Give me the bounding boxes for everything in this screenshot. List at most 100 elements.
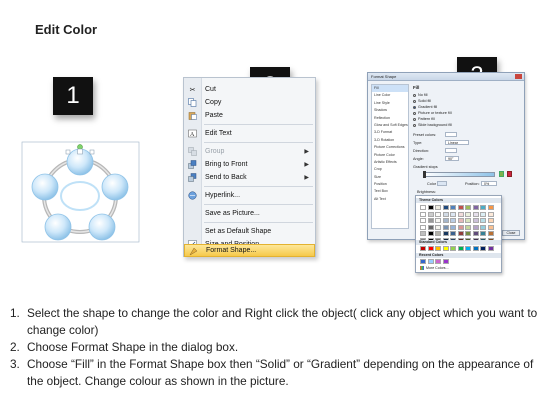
color-swatch[interactable] — [487, 205, 494, 210]
resize-handle-top-right[interactable] — [89, 149, 95, 155]
color-swatch[interactable] — [427, 205, 434, 210]
color-swatch[interactable] — [487, 246, 494, 251]
color-swatch[interactable] — [457, 218, 464, 223]
sidebar-item-size[interactable]: Size — [372, 174, 408, 181]
sidebar-item-fill[interactable]: Fill — [372, 85, 408, 93]
dialog-sidebar[interactable]: Fill Line Color Line Style Shadow Reflec… — [371, 84, 409, 229]
color-swatch[interactable] — [427, 218, 434, 223]
sidebar-item-artistic-effects[interactable]: Artistic Effects — [372, 159, 408, 166]
color-swatch[interactable] — [472, 231, 479, 236]
color-swatch[interactable] — [450, 218, 456, 223]
fill-option-pattern[interactable]: Pattern fill — [413, 117, 435, 121]
sidebar-item-3d-format[interactable]: 3-D Format — [372, 129, 408, 136]
cycle-node-bottom-left[interactable] — [44, 213, 72, 241]
menu-item-group[interactable]: Group ▶ — [184, 145, 315, 158]
sidebar-item-crop[interactable]: Crop — [372, 166, 408, 173]
color-swatch[interactable] — [442, 205, 449, 210]
color-swatch[interactable] — [420, 231, 426, 236]
color-swatch[interactable] — [487, 224, 494, 230]
color-swatch[interactable] — [427, 211, 434, 217]
color-swatch[interactable] — [442, 218, 449, 223]
color-swatch[interactable] — [457, 246, 464, 251]
dialog-titlebar[interactable]: Format Shape — [368, 73, 524, 81]
resize-handle-top-left[interactable] — [65, 149, 71, 155]
color-swatch[interactable] — [420, 246, 426, 251]
sidebar-item-reflection[interactable]: Reflection — [372, 115, 408, 122]
color-swatch[interactable] — [420, 211, 426, 217]
sidebar-item-picture-corrections[interactable]: Picture Corrections — [372, 144, 408, 151]
color-swatch[interactable] — [427, 231, 434, 236]
color-swatch[interactable] — [450, 224, 456, 230]
color-swatch[interactable] — [457, 231, 464, 236]
preset-colors-dropdown[interactable] — [445, 132, 457, 137]
color-swatch[interactable] — [435, 231, 441, 236]
color-swatch[interactable] — [450, 205, 456, 210]
color-swatch[interactable] — [427, 259, 434, 264]
color-swatch[interactable] — [442, 211, 449, 217]
color-swatch[interactable] — [420, 218, 426, 223]
color-swatch[interactable] — [487, 218, 494, 223]
fill-option-slide-bg[interactable]: Slide background fill — [413, 123, 452, 127]
color-swatch[interactable] — [442, 259, 449, 264]
direction-dropdown[interactable] — [445, 148, 457, 153]
color-swatch[interactable] — [420, 205, 426, 210]
color-swatch[interactable] — [457, 224, 464, 230]
fill-option-no-fill[interactable]: No fill — [413, 93, 428, 97]
sidebar-item-alt-text[interactable]: Alt Text — [372, 196, 408, 203]
color-swatch[interactable] — [465, 218, 471, 223]
color-swatch[interactable] — [450, 211, 456, 217]
color-swatch[interactable] — [450, 246, 456, 251]
fill-option-solid[interactable]: Solid fill — [413, 99, 431, 103]
cycle-node-right[interactable] — [101, 173, 129, 201]
color-swatch[interactable] — [472, 246, 479, 251]
color-swatch[interactable] — [435, 224, 441, 230]
color-swatch[interactable] — [487, 231, 494, 236]
color-swatch[interactable] — [480, 205, 486, 210]
color-swatch[interactable] — [442, 224, 449, 230]
standard-swatch-grid[interactable] — [420, 246, 494, 251]
color-swatch[interactable] — [465, 224, 471, 230]
color-swatch[interactable] — [487, 211, 494, 217]
center-shape[interactable] — [60, 181, 100, 211]
menu-item-edit-text[interactable]: A Edit Text — [184, 127, 315, 140]
color-picker-button[interactable] — [437, 181, 447, 186]
position-input[interactable]: 0% — [481, 181, 497, 186]
color-swatch[interactable] — [435, 205, 441, 210]
color-swatch[interactable] — [472, 218, 479, 223]
color-swatch[interactable] — [442, 246, 449, 251]
close-button[interactable]: Close — [502, 230, 520, 236]
color-swatch[interactable] — [465, 246, 471, 251]
more-colors-link[interactable]: More Colors... — [420, 266, 449, 271]
menu-item-save-as-picture[interactable]: Save as Picture... — [184, 207, 315, 220]
sidebar-item-picture-color[interactable]: Picture Color — [372, 152, 408, 159]
color-swatch[interactable] — [465, 205, 471, 210]
sidebar-item-line-color[interactable]: Line Color — [372, 92, 408, 99]
sidebar-item-text-box[interactable]: Text Box — [372, 188, 408, 195]
color-swatch[interactable] — [480, 218, 486, 223]
menu-item-set-default-shape[interactable]: Set as Default Shape — [184, 225, 315, 238]
sidebar-item-glow[interactable]: Glow and Soft Edges — [372, 122, 408, 129]
type-dropdown[interactable]: Linear — [445, 140, 469, 145]
sidebar-item-position[interactable]: Position — [372, 181, 408, 188]
color-swatch[interactable] — [465, 231, 471, 236]
context-menu[interactable]: ✂ Cut Copy Paste A Edit Text Group ▶ Bri… — [183, 77, 316, 257]
recent-swatch-grid[interactable] — [420, 259, 494, 264]
color-swatch[interactable] — [480, 211, 486, 217]
color-picker-popup[interactable]: Theme Colors Standard Colors Recent Colo… — [415, 195, 502, 273]
color-swatch[interactable] — [472, 205, 479, 210]
menu-item-copy[interactable]: Copy — [184, 96, 315, 109]
color-swatch[interactable] — [457, 211, 464, 217]
color-swatch[interactable] — [450, 231, 456, 236]
gradient-stops-bar[interactable] — [423, 172, 495, 177]
color-swatch[interactable] — [427, 224, 434, 230]
fill-option-picture[interactable]: Picture or texture fill — [413, 111, 452, 115]
color-swatch[interactable] — [435, 259, 441, 264]
angle-input[interactable]: 90° — [445, 156, 459, 161]
color-swatch[interactable] — [435, 246, 441, 251]
color-swatch[interactable] — [472, 224, 479, 230]
remove-stop-icon[interactable] — [507, 171, 512, 177]
add-stop-icon[interactable] — [499, 171, 504, 177]
menu-item-hyperlink[interactable]: Hyperlink... — [184, 189, 315, 202]
close-icon[interactable] — [515, 74, 522, 79]
sidebar-item-shadow[interactable]: Shadow — [372, 107, 408, 114]
